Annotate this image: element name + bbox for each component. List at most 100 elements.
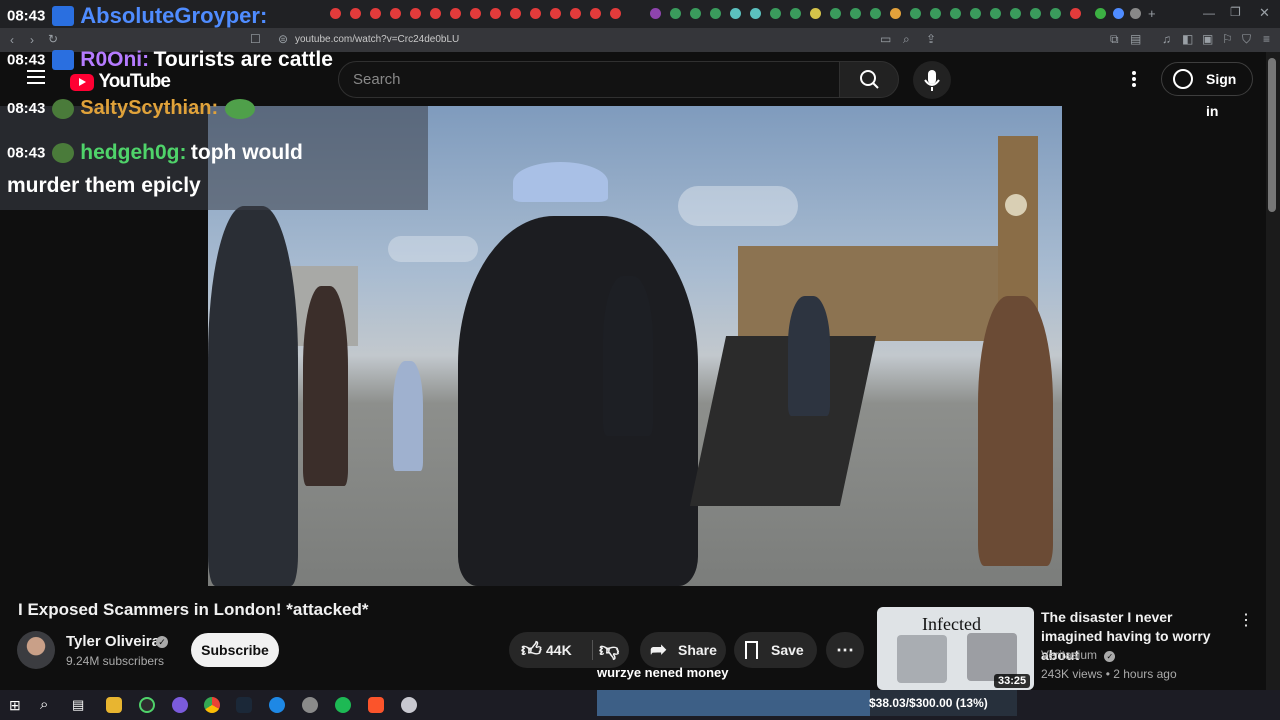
share-button[interactable]: ➦ Share	[640, 632, 726, 668]
back-icon[interactable]: ‹	[10, 33, 14, 47]
site-info-icon[interactable]: ⊜	[278, 32, 288, 46]
tab-favicon[interactable]	[530, 8, 541, 19]
channel-avatar[interactable]	[17, 631, 55, 669]
tab-favicon[interactable]	[830, 8, 841, 19]
media-icon[interactable]: ♫	[1162, 32, 1171, 46]
edge-icon[interactable]	[269, 697, 285, 713]
tab-favicon[interactable]	[670, 8, 681, 19]
bookmark-icon[interactable]: ☐	[250, 32, 261, 46]
channel-name[interactable]: Tyler Oliveira	[66, 633, 160, 650]
voice-search-button[interactable]	[913, 61, 951, 99]
tab-favicon[interactable]	[850, 8, 861, 19]
url-text[interactable]: youtube.com/watch?v=Crc24de0bLU	[295, 34, 459, 45]
tab-favicon[interactable]	[990, 8, 1001, 19]
tab-favicon[interactable]	[350, 8, 361, 19]
app-icon[interactable]	[172, 697, 188, 713]
subscriber-count: 9.24M subscribers	[66, 654, 165, 668]
tab-favicon[interactable]	[450, 8, 461, 19]
share-page-icon[interactable]: ⇪	[926, 32, 936, 46]
tab-favicon[interactable]	[950, 8, 961, 19]
browser-menu-icon[interactable]: ≡	[1263, 32, 1270, 46]
tab-favicon[interactable]	[890, 8, 901, 19]
sign-in-button[interactable]: Sign in	[1161, 62, 1253, 119]
search-button[interactable]	[839, 61, 899, 98]
tab-favicon[interactable]	[610, 8, 621, 19]
zoom-icon[interactable]: ⌕	[903, 32, 910, 47]
tab-favicon[interactable]	[710, 8, 721, 19]
tab-favicon[interactable]	[550, 8, 561, 19]
youtube-play-icon	[70, 73, 94, 91]
spotify-icon[interactable]	[335, 697, 351, 713]
like-icon[interactable]: 👍︎	[521, 632, 542, 668]
vpn-icon[interactable]: ⚐	[1222, 32, 1233, 46]
tab-favicon[interactable]	[1130, 8, 1141, 19]
tab-favicon[interactable]	[1010, 8, 1021, 19]
app-icon[interactable]	[401, 697, 417, 713]
tab-favicon[interactable]	[930, 8, 941, 19]
tab-favicon[interactable]	[430, 8, 441, 19]
tab-favicon[interactable]	[390, 8, 401, 19]
wallet-icon[interactable]: ▣	[1202, 32, 1213, 46]
tab-favicon[interactable]	[910, 8, 921, 19]
tab-favicon[interactable]	[570, 8, 581, 19]
tab-favicon[interactable]	[1050, 8, 1061, 19]
scrollbar-thumb[interactable]	[1268, 58, 1276, 212]
more-actions-button[interactable]: ⋯	[826, 632, 864, 668]
tab-favicon[interactable]	[590, 8, 601, 19]
recommended-menu-icon[interactable]: ⋮	[1238, 610, 1254, 630]
tab-favicon[interactable]	[690, 8, 701, 19]
cast-icon[interactable]: ▭	[880, 32, 891, 46]
tab-favicon[interactable]	[1070, 8, 1081, 19]
tab-favicon[interactable]	[870, 8, 881, 19]
hamburger-menu-icon[interactable]	[27, 70, 45, 84]
recommended-channel[interactable]: Veritasium ✓	[1041, 648, 1116, 662]
start-icon[interactable]: ⊞	[9, 697, 21, 714]
shield-icon[interactable]: ⛉	[1242, 32, 1251, 47]
search-icon	[860, 70, 879, 89]
steam-icon[interactable]	[236, 697, 252, 713]
maximize-icon[interactable]: ❐	[1230, 5, 1241, 19]
new-tab-icon[interactable]: +	[1148, 6, 1156, 21]
tab-favicon[interactable]	[750, 8, 761, 19]
minimize-icon[interactable]: —	[1203, 6, 1215, 20]
verified-icon: ✓	[1104, 651, 1116, 662]
subscribe-button[interactable]: Subscribe	[191, 633, 279, 667]
extensions-icon[interactable]: ⧉	[1110, 32, 1119, 47]
tab-favicon[interactable]	[730, 8, 741, 19]
forward-icon[interactable]: ›	[30, 33, 34, 47]
tab-favicon[interactable]	[650, 8, 661, 19]
app-icon[interactable]	[302, 697, 318, 713]
tab-favicon[interactable]	[790, 8, 801, 19]
tab-favicon[interactable]	[370, 8, 381, 19]
chrome-icon[interactable]	[204, 697, 220, 713]
cloud	[388, 236, 478, 262]
tab-favicon[interactable]	[810, 8, 821, 19]
chat-message: 08:43 R0Oni: Tourists are cattle	[7, 48, 333, 71]
tab-favicon[interactable]	[1095, 8, 1106, 19]
tab-favicon[interactable]	[330, 8, 341, 19]
search-box[interactable]	[338, 61, 840, 98]
youtube-logo[interactable]: YouTube	[70, 71, 171, 93]
search-input[interactable]	[339, 62, 839, 97]
tab-favicon[interactable]	[1030, 8, 1041, 19]
tab-favicon[interactable]	[770, 8, 781, 19]
reader-icon[interactable]: ▤	[1130, 32, 1141, 46]
tab-favicon[interactable]	[490, 8, 501, 19]
task-view-icon[interactable]: ▤	[72, 697, 84, 713]
like-count[interactable]: 44K	[546, 632, 572, 668]
tab-favicon[interactable]	[410, 8, 421, 19]
tab-favicon[interactable]	[1113, 8, 1124, 19]
close-icon[interactable]: ✕	[1259, 5, 1270, 21]
settings-kebab-icon[interactable]	[1126, 68, 1142, 92]
tab-favicon[interactable]	[470, 8, 481, 19]
save-button[interactable]: Save	[734, 632, 817, 668]
tab-favicon[interactable]	[510, 8, 521, 19]
dislike-icon[interactable]: 👎︎	[599, 632, 619, 668]
file-explorer-icon[interactable]	[106, 697, 122, 713]
search-taskbar-icon[interactable]: ⌕	[40, 696, 48, 713]
brave-icon[interactable]	[368, 697, 384, 713]
tab-favicon[interactable]	[970, 8, 981, 19]
reload-icon[interactable]: ↻	[48, 32, 58, 46]
obs-icon[interactable]	[139, 697, 155, 713]
sidebar-icon[interactable]: ◧	[1182, 32, 1193, 46]
